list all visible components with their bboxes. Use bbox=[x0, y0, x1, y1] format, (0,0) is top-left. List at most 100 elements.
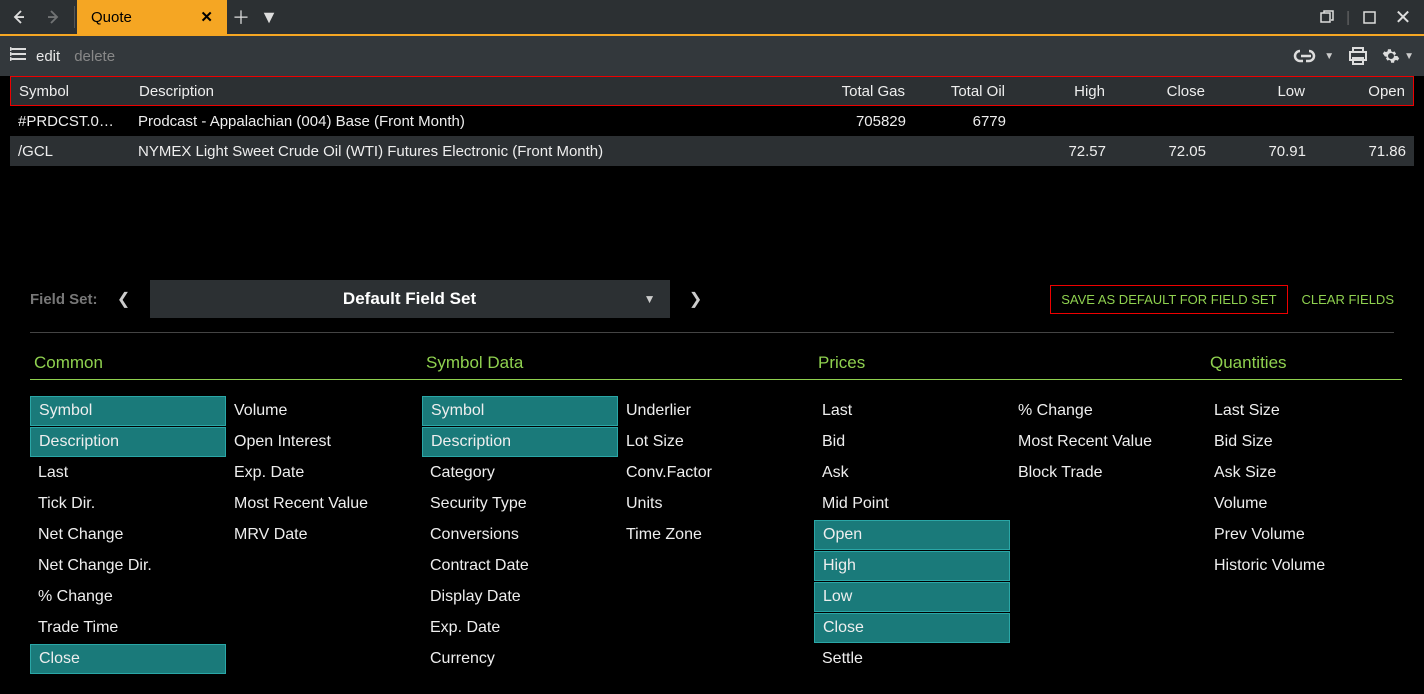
field-item[interactable]: Exp. Date bbox=[422, 613, 618, 643]
cell-symbol: /GCL bbox=[10, 143, 130, 160]
field-item[interactable]: Last bbox=[814, 396, 1010, 426]
field-groups: CommonSymbolDescriptionLastTick Dir.Net … bbox=[0, 343, 1424, 694]
gear-icon[interactable]: ▼ bbox=[1382, 47, 1414, 65]
back-button[interactable] bbox=[6, 8, 36, 26]
group-title: Common bbox=[30, 347, 422, 380]
chevron-down-icon: ▼ bbox=[644, 292, 656, 306]
th-low[interactable]: Low bbox=[1213, 83, 1313, 100]
window-restore-icon[interactable] bbox=[1312, 10, 1342, 24]
cell-totalGas: 705829 bbox=[814, 113, 914, 130]
new-tab-button[interactable]: ＋ bbox=[227, 4, 255, 30]
field-item[interactable]: Net Change Dir. bbox=[30, 551, 226, 581]
toolbar: edit delete ▼ ▼ bbox=[0, 36, 1424, 76]
field-item[interactable]: Exp. Date bbox=[226, 458, 422, 488]
field-item[interactable]: Close bbox=[814, 613, 1010, 643]
th-symbol[interactable]: Symbol bbox=[11, 83, 131, 100]
field-item[interactable]: Time Zone bbox=[618, 520, 814, 550]
th-high[interactable]: High bbox=[1013, 83, 1113, 100]
cell-close: 72.05 bbox=[1114, 143, 1214, 160]
maximize-icon[interactable] bbox=[1354, 11, 1384, 24]
group-title: Symbol Data bbox=[422, 347, 814, 380]
cell-description: NYMEX Light Sweet Crude Oil (WTI) Future… bbox=[130, 143, 814, 160]
fieldset-select[interactable]: Default Field Set ▼ bbox=[150, 280, 670, 318]
th-total-oil[interactable]: Total Oil bbox=[913, 83, 1013, 100]
field-item[interactable]: Underlier bbox=[618, 396, 814, 426]
th-open[interactable]: Open bbox=[1313, 83, 1413, 100]
field-item[interactable]: Tick Dir. bbox=[30, 489, 226, 519]
delete-link[interactable]: delete bbox=[74, 48, 115, 65]
field-item[interactable]: High bbox=[814, 551, 1010, 581]
group-symbol-data: Symbol Data SymbolDescriptionCategorySecu… bbox=[422, 347, 814, 674]
field-item[interactable]: Lot Size bbox=[618, 427, 814, 457]
field-item[interactable]: Net Change bbox=[30, 520, 226, 550]
field-item[interactable]: Category bbox=[422, 458, 618, 488]
field-item[interactable]: Low bbox=[814, 582, 1010, 612]
th-close[interactable]: Close bbox=[1113, 83, 1213, 100]
list-menu-icon[interactable] bbox=[10, 46, 28, 66]
tab-quote[interactable]: Quote ✕ bbox=[77, 0, 227, 34]
cell-low: 70.91 bbox=[1214, 143, 1314, 160]
tab-title: Quote bbox=[91, 9, 132, 26]
field-item[interactable]: MRV Date bbox=[226, 520, 422, 550]
field-item[interactable]: Conversions bbox=[422, 520, 618, 550]
field-item[interactable]: Historic Volume bbox=[1206, 551, 1402, 581]
forward-button[interactable] bbox=[36, 8, 66, 26]
group-common: CommonSymbolDescriptionLastTick Dir.Net … bbox=[30, 347, 422, 674]
cell-high: 72.57 bbox=[1014, 143, 1114, 160]
quote-table: Symbol Description Total Gas Total Oil H… bbox=[0, 76, 1424, 266]
cell-totalOil: 6779 bbox=[914, 113, 1014, 130]
field-item[interactable]: Mid Point bbox=[814, 489, 1010, 519]
field-item[interactable]: Most Recent Value bbox=[226, 489, 422, 519]
tab-close-icon[interactable]: ✕ bbox=[200, 8, 213, 26]
group-title: Quantities bbox=[1206, 347, 1402, 380]
fieldset-selected: Default Field Set bbox=[343, 289, 476, 309]
field-item[interactable]: Open bbox=[814, 520, 1010, 550]
field-item[interactable]: Block Trade bbox=[1010, 458, 1206, 488]
field-item[interactable]: Description bbox=[30, 427, 226, 457]
field-item[interactable]: Contract Date bbox=[422, 551, 618, 581]
field-item[interactable]: Display Date bbox=[422, 582, 618, 612]
link-icon[interactable]: ▼ bbox=[1292, 48, 1334, 64]
field-item[interactable]: Volume bbox=[226, 396, 422, 426]
field-item[interactable]: Symbol bbox=[422, 396, 618, 426]
field-item[interactable]: Description bbox=[422, 427, 618, 457]
field-item[interactable]: Ask Size bbox=[1206, 458, 1402, 488]
print-icon[interactable] bbox=[1348, 47, 1368, 65]
fieldset-prev[interactable]: ❮ bbox=[112, 289, 136, 309]
table-row[interactable]: #PRDCST.00…Prodcast - Appalachian (004) … bbox=[10, 106, 1414, 136]
group-prices: Prices LastBidAskMid PointOpenHighLowClos… bbox=[814, 347, 1206, 674]
field-item[interactable]: % Change bbox=[1010, 396, 1206, 426]
cell-symbol: #PRDCST.00… bbox=[10, 113, 130, 130]
field-item[interactable]: % Change bbox=[30, 582, 226, 612]
field-item[interactable]: Conv.Factor bbox=[618, 458, 814, 488]
field-item[interactable]: Last bbox=[30, 458, 226, 488]
field-item[interactable]: Last Size bbox=[1206, 396, 1402, 426]
table-row[interactable]: /GCLNYMEX Light Sweet Crude Oil (WTI) Fu… bbox=[10, 136, 1414, 166]
field-item[interactable]: Bid bbox=[814, 427, 1010, 457]
field-item[interactable]: Ask bbox=[814, 458, 1010, 488]
field-item[interactable]: Security Type bbox=[422, 489, 618, 519]
group-title: Prices bbox=[814, 347, 1206, 380]
field-item[interactable]: Close bbox=[30, 644, 226, 674]
fieldset-section: Field Set: ❮ Default Field Set ▼ ❯ SAVE … bbox=[0, 266, 1424, 343]
field-item[interactable]: Open Interest bbox=[226, 427, 422, 457]
field-item[interactable]: Bid Size bbox=[1206, 427, 1402, 457]
field-item[interactable]: Symbol bbox=[30, 396, 226, 426]
field-item[interactable]: Volume bbox=[1206, 489, 1402, 519]
field-item[interactable]: Most Recent Value bbox=[1010, 427, 1206, 457]
clear-fields-button[interactable]: CLEAR FIELDS bbox=[1302, 292, 1394, 307]
fieldset-next[interactable]: ❯ bbox=[684, 289, 708, 309]
group-quantities: Quantities Last SizeBid SizeAsk SizeVolum… bbox=[1206, 347, 1402, 674]
field-item[interactable]: Trade Time bbox=[30, 613, 226, 643]
field-item[interactable]: Prev Volume bbox=[1206, 520, 1402, 550]
save-default-button[interactable]: SAVE AS DEFAULT FOR FIELD SET bbox=[1050, 285, 1287, 314]
field-item[interactable]: Units bbox=[618, 489, 814, 519]
field-item[interactable]: Settle bbox=[814, 644, 1010, 674]
close-window-icon[interactable]: ✕ bbox=[1388, 5, 1418, 30]
th-total-gas[interactable]: Total Gas bbox=[813, 83, 913, 100]
table-header: Symbol Description Total Gas Total Oil H… bbox=[10, 76, 1414, 106]
th-description[interactable]: Description bbox=[131, 83, 813, 100]
edit-link[interactable]: edit bbox=[36, 48, 60, 65]
tab-menu-caret[interactable]: ▼ bbox=[255, 7, 283, 28]
field-item[interactable]: Currency bbox=[422, 644, 618, 674]
